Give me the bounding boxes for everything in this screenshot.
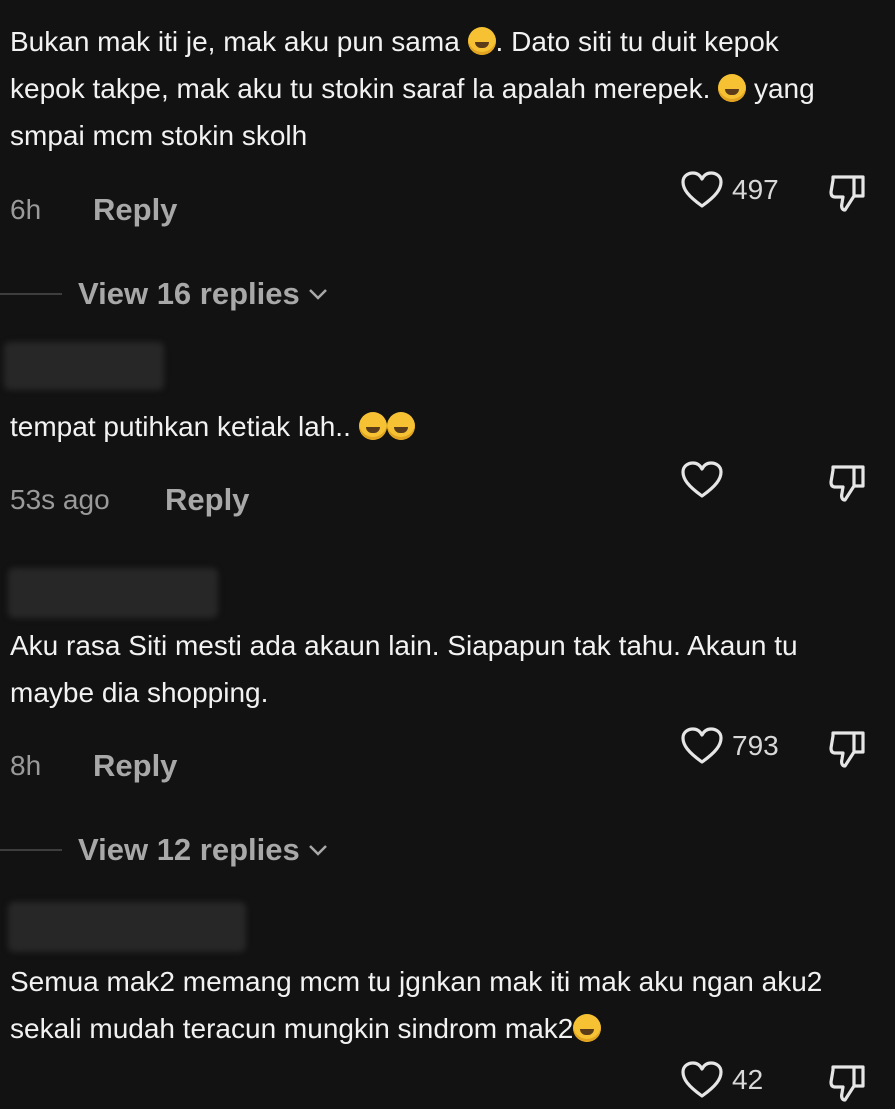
like-count: 793	[732, 730, 779, 761]
comment-text: Aku rasa Siti mesti ada akaun lain. Siap…	[10, 630, 806, 708]
dislike-button[interactable]	[828, 1062, 868, 1109]
thread-divider	[0, 849, 62, 851]
comment-text: tempat putihkan ketiak lah..	[10, 403, 850, 450]
thumbs-down-icon	[829, 175, 865, 212]
reply-button[interactable]: Reply	[93, 748, 177, 784]
username-redacted	[8, 902, 246, 952]
like-button[interactable]: 42	[680, 1060, 763, 1100]
heart-outline-icon	[681, 1061, 723, 1098]
comment-text: Bukan mak iti je, mak aku pun sama . Dat…	[10, 26, 823, 151]
chevron-down-icon	[308, 845, 327, 856]
rolling-laughing-emoji-icon	[358, 412, 387, 440]
chevron-down-icon	[308, 289, 327, 300]
comment-time: 6h	[10, 194, 42, 225]
grinning-squint-emoji-icon	[718, 74, 747, 102]
thread-divider	[0, 293, 62, 295]
dislike-button[interactable]	[828, 172, 868, 219]
heart-outline-icon	[681, 171, 723, 208]
reply-button[interactable]: Reply	[165, 482, 249, 518]
username-redacted	[4, 342, 164, 390]
heart-outline-icon	[681, 727, 723, 764]
like-button[interactable]: 497	[680, 170, 779, 210]
view-replies-label: View 12 replies	[78, 832, 300, 867]
grinning-sweat-emoji-icon	[573, 1014, 602, 1042]
laughing-tears-emoji-icon	[467, 27, 496, 55]
heart-outline-icon	[681, 461, 723, 498]
like-button[interactable]: 793	[680, 726, 779, 766]
username-redacted	[8, 568, 218, 618]
dislike-button[interactable]	[828, 462, 868, 509]
comment-time: 8h	[10, 750, 42, 781]
like-count: 42	[732, 1064, 764, 1095]
thumbs-down-icon	[829, 1065, 865, 1102]
view-replies-label: View 16 replies	[78, 276, 300, 311]
rolling-laughing-emoji-icon	[386, 412, 415, 440]
reply-button[interactable]: Reply	[93, 192, 177, 228]
view-replies-button[interactable]: View 12 replies	[0, 832, 328, 868]
like-count: 497	[732, 174, 779, 205]
comment-text: Semua mak2 memang mcm tu jgnkan mak iti …	[10, 966, 831, 1044]
thumbs-down-icon	[829, 731, 865, 768]
view-replies-button[interactable]: View 16 replies	[0, 276, 328, 312]
thumbs-down-icon	[829, 465, 865, 502]
like-button[interactable]	[680, 460, 732, 500]
dislike-button[interactable]	[828, 728, 868, 775]
comment-time: 53s ago	[10, 484, 110, 515]
